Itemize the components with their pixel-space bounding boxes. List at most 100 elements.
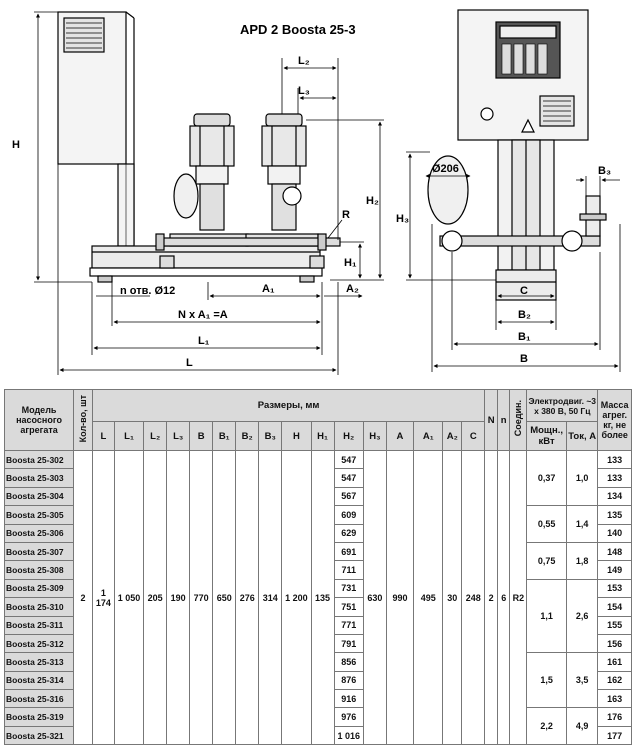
- header-dim-col: A: [385, 421, 415, 451]
- motor-power: 0,75: [526, 541, 567, 580]
- common-value-b: 770: [189, 449, 214, 746]
- header-dim-col: B₃: [258, 421, 283, 451]
- motor-current: 3,5: [565, 652, 599, 709]
- common-value-h: 1 200: [281, 449, 312, 746]
- h2-value: 629: [333, 523, 364, 543]
- motor-power: 1,1: [526, 578, 567, 654]
- header-model: Модель насосного агрегата: [3, 389, 75, 451]
- header-dim-col: L: [91, 421, 115, 451]
- header-mass: Масса агрег. кг, не более: [597, 389, 632, 451]
- svg-text:H: H: [12, 139, 20, 151]
- common-value-h3: 630: [362, 449, 387, 746]
- model-name: Boosta 25-313: [3, 652, 75, 672]
- header-conn: Соедин.: [509, 389, 528, 451]
- motor-current: 2,6: [565, 578, 599, 654]
- mass-value: 176: [597, 707, 632, 727]
- mass-value: 162: [597, 670, 632, 691]
- h2-value: 691: [333, 541, 364, 562]
- common-value-b3: 314: [258, 449, 283, 746]
- svg-text:L₂: L₂: [298, 55, 310, 67]
- drawing-title: APD 2 Boosta 25-3: [240, 22, 356, 37]
- h2-value: 731: [333, 578, 364, 599]
- common-value-l1: 1 050: [113, 449, 145, 746]
- common-value-l3: 190: [166, 449, 191, 746]
- header-dim-col: L₃: [166, 421, 191, 451]
- h2-value: 751: [333, 597, 364, 617]
- header-N: N: [484, 389, 498, 451]
- header-qty: Кол-во, шт: [73, 389, 93, 451]
- common-value-conn: R2: [509, 449, 528, 746]
- mass-value: 161: [597, 652, 632, 672]
- h2-value: 856: [333, 652, 364, 672]
- common-value-a2: 30: [442, 449, 463, 746]
- model-name: Boosta 25-310: [3, 597, 75, 617]
- mass-value: 153: [597, 578, 632, 599]
- mass-value: 134: [597, 486, 632, 507]
- motor-current: 1,0: [565, 449, 599, 507]
- model-name: Boosta 25-321: [3, 725, 75, 746]
- model-name: Boosta 25-316: [3, 689, 75, 709]
- motor-power: 1,5: [526, 652, 567, 709]
- spec-table: Модель насосного агрегата Кол-во, шт Раз…: [3, 389, 632, 746]
- mass-value: 156: [597, 633, 632, 654]
- header-dim-col: B₁: [212, 421, 237, 451]
- model-name: Boosta 25-306: [3, 523, 75, 543]
- header-dim-col: L₁: [113, 421, 145, 451]
- mass-value: 133: [597, 468, 632, 488]
- svg-text:L₃: L₃: [298, 85, 310, 97]
- h2-value: 711: [333, 560, 364, 580]
- mass-value: 135: [597, 505, 632, 525]
- h2-value: 876: [333, 670, 364, 691]
- h2-value: 547: [333, 449, 364, 470]
- svg-text:B₁: B₁: [518, 331, 531, 343]
- motor-power: 0,37: [526, 449, 567, 507]
- svg-text:L: L: [186, 357, 193, 369]
- motor-power: 0,55: [526, 505, 567, 543]
- svg-text:n отв. Ø12: n отв. Ø12: [120, 285, 175, 297]
- model-name: Boosta 25-311: [3, 615, 75, 635]
- mass-value: 154: [597, 597, 632, 617]
- model-name: Boosta 25-307: [3, 541, 75, 562]
- header-dims: Размеры, мм: [91, 389, 486, 422]
- h2-value: 1 016: [333, 725, 364, 746]
- model-name: Boosta 25-304: [3, 486, 75, 507]
- mass-value: 140: [597, 523, 632, 543]
- header-dim-col: B: [189, 421, 214, 451]
- common-value-a: 990: [385, 449, 415, 746]
- model-name: Boosta 25-303: [3, 468, 75, 488]
- svg-text:H₁: H₁: [344, 257, 357, 269]
- header-dim-col: A₂: [442, 421, 463, 451]
- common-value-l2: 205: [143, 449, 168, 746]
- h2-value: 567: [333, 486, 364, 507]
- svg-text:A₁: A₁: [262, 283, 275, 295]
- header-motor: Электродвиг. ~3 x 380 В, 50 Гц: [526, 389, 599, 422]
- header-dim-col: B₂: [235, 421, 260, 451]
- svg-text:C: C: [520, 285, 528, 297]
- common-value-qty: 2: [73, 449, 93, 746]
- h2-value: 771: [333, 615, 364, 635]
- h2-value: 976: [333, 707, 364, 727]
- svg-text:B: B: [520, 353, 528, 365]
- common-value-c: 248: [461, 449, 486, 746]
- svg-text:B₃: B₃: [598, 165, 611, 177]
- svg-text:H₂: H₂: [366, 195, 379, 207]
- front-view: [57, 11, 341, 283]
- mass-value: 133: [597, 449, 632, 470]
- common-value-h1: 135: [310, 449, 335, 746]
- model-name: Boosta 25-312: [3, 633, 75, 654]
- h2-value: 609: [333, 505, 364, 525]
- technical-drawing: APD 2 Boosta 25-3 H L₂ L₃ H₂ H₁ R n отв.…: [12, 9, 621, 375]
- mass-value: 149: [597, 560, 632, 580]
- h2-value: 791: [333, 633, 364, 654]
- motor-current: 4,9: [565, 707, 599, 746]
- header-dim-col: L₂: [143, 421, 168, 451]
- mass-value: 177: [597, 725, 632, 746]
- common-value-b2: 276: [235, 449, 260, 746]
- header-dim-col: H₂: [333, 421, 364, 451]
- header-dim-col: H₁: [310, 421, 335, 451]
- svg-text:A₂: A₂: [346, 283, 359, 295]
- common-value-n: 6: [496, 449, 511, 746]
- mass-value: 163: [597, 689, 632, 709]
- motor-current: 1,4: [565, 505, 599, 543]
- svg-text:R: R: [342, 209, 350, 221]
